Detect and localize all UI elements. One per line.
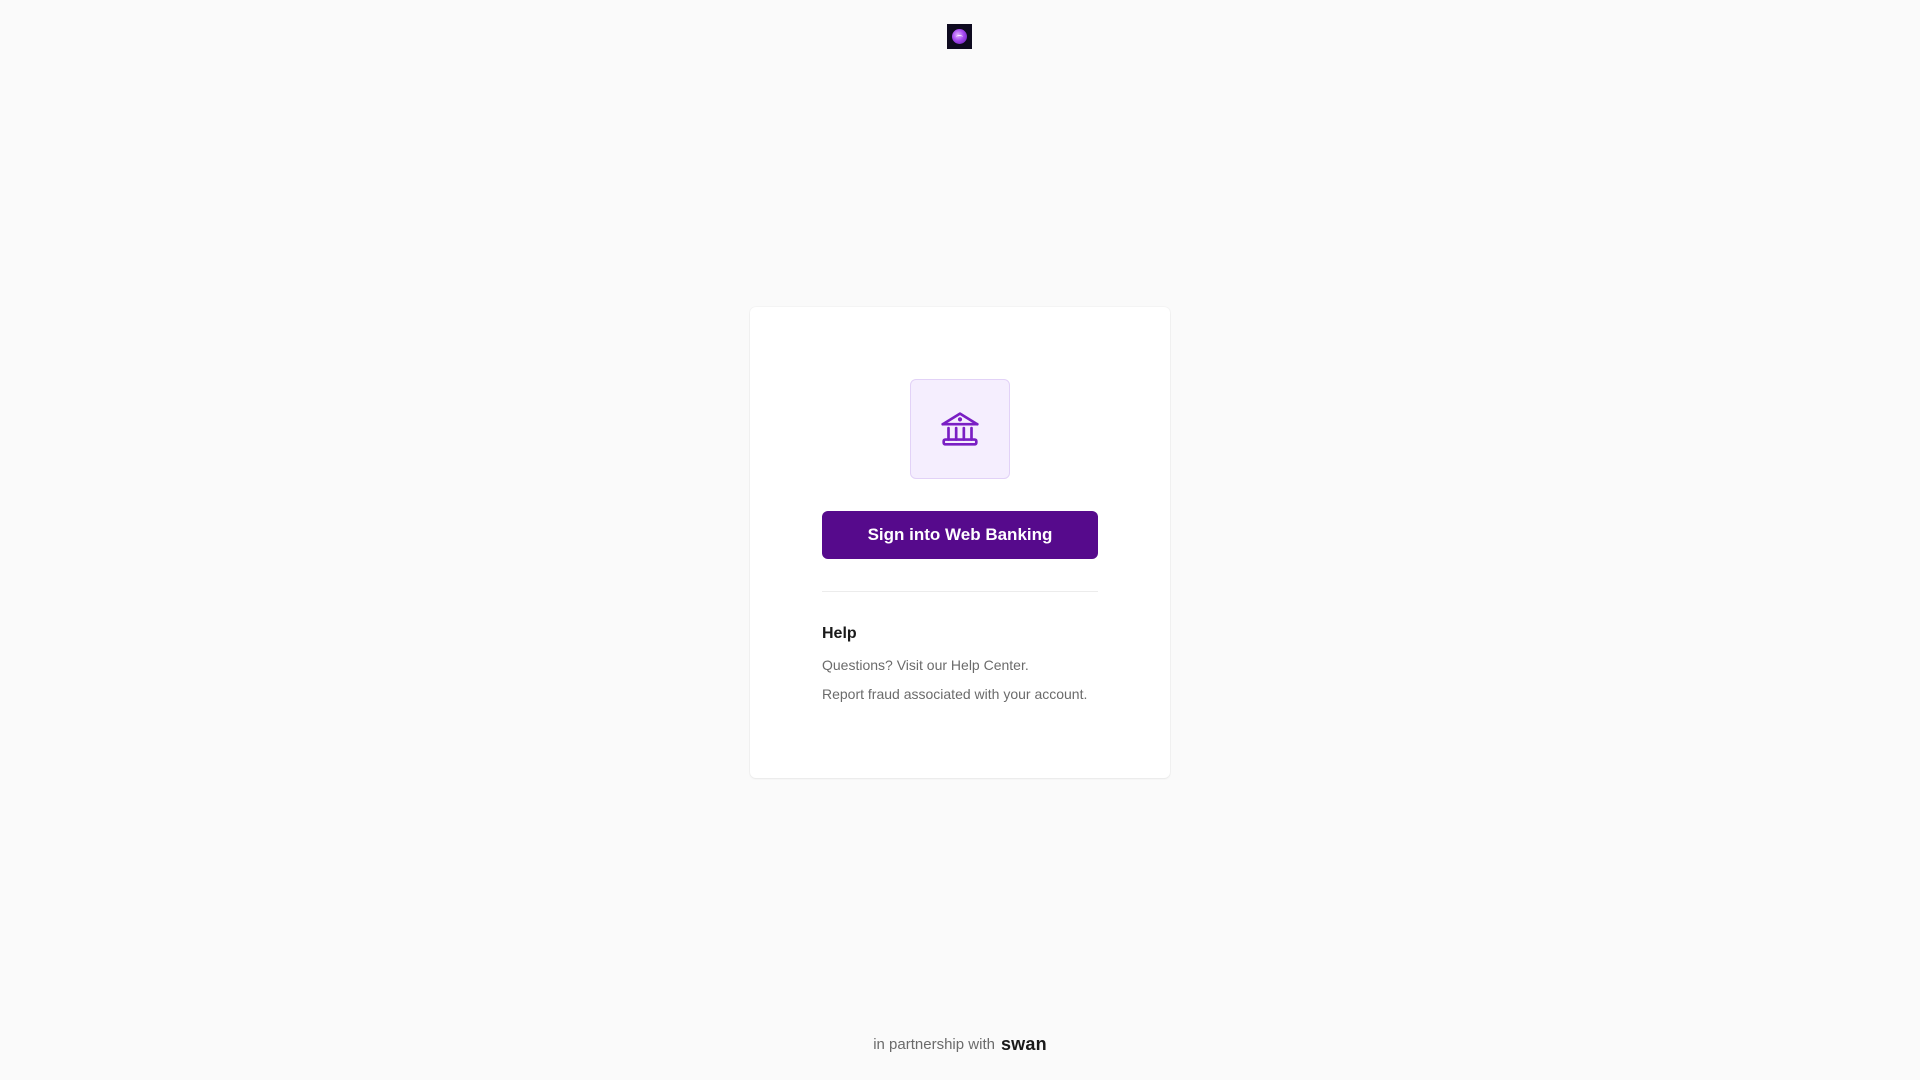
bank-tile (910, 379, 1010, 479)
help-center-link[interactable]: Help Center (951, 657, 1025, 673)
signin-card: Sign into Web Banking Help Questions? Vi… (750, 307, 1170, 778)
partnership-text: in partnership with (873, 1036, 995, 1053)
help-center-suffix: . (1024, 657, 1029, 673)
brand-logo-icon[interactable] (947, 24, 972, 49)
logo-orb (952, 29, 967, 44)
help-title: Help (822, 625, 857, 642)
login-page: Sign into Web Banking Help Questions? Vi… (0, 0, 1920, 1080)
footer-partnership: in partnership with swan (0, 1034, 1920, 1055)
bank-building-icon (941, 412, 979, 446)
report-fraud-line: Report fraud associated with your accoun… (822, 686, 1087, 702)
help-center-prefix: Questions? Visit our (822, 657, 951, 673)
swan-logo[interactable]: swan (1001, 1034, 1047, 1055)
report-fraud-suffix: associated with your account. (899, 686, 1088, 702)
help-center-line: Questions? Visit our Help Center. (822, 657, 1029, 673)
report-fraud-link[interactable]: Report fraud (822, 686, 900, 702)
divider (822, 591, 1098, 592)
signin-web-banking-button[interactable]: Sign into Web Banking (822, 511, 1098, 559)
